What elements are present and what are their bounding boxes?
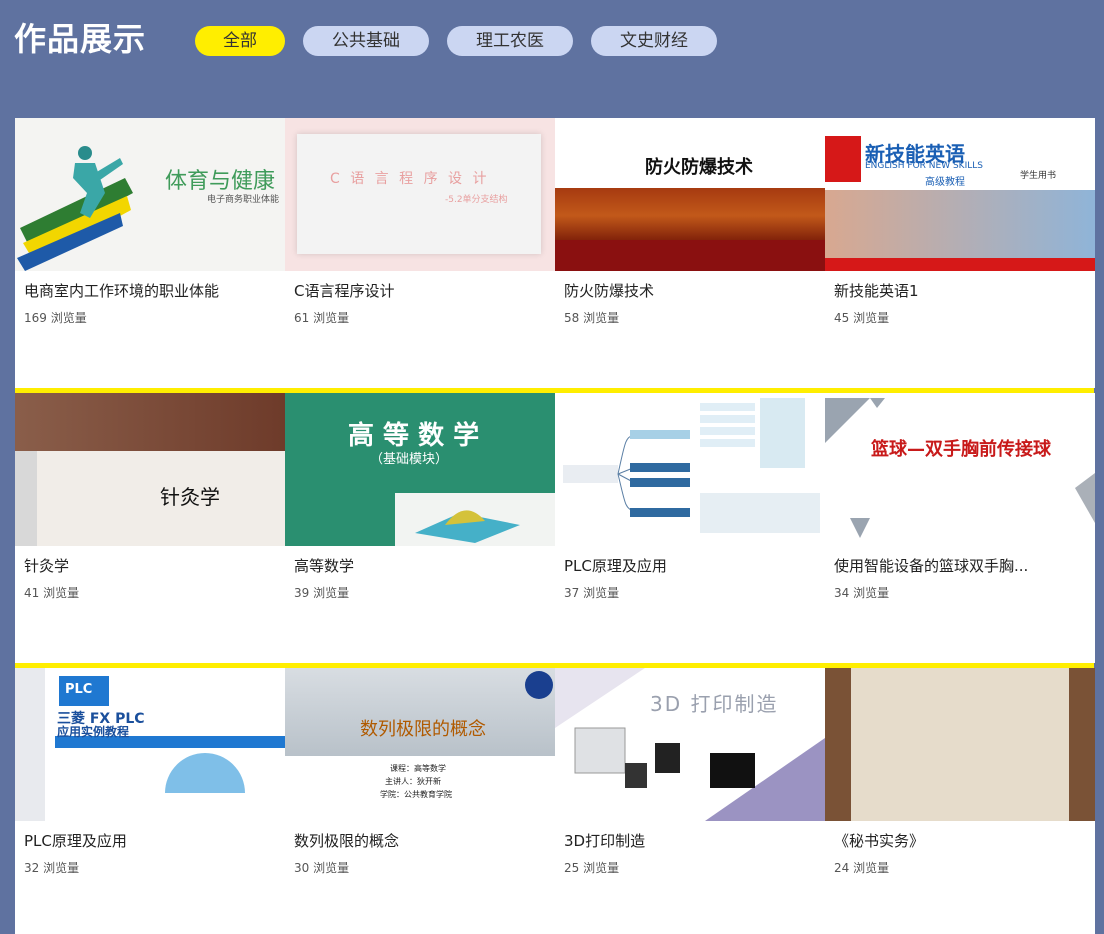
cover-image: 3D 打印制造 [555,668,825,821]
header: 作品展示 全部 公共基础 理工农医 文史财经 [0,0,1104,118]
view-count: 24 浏览量 [834,861,890,875]
work-card[interactable]: 《秘书实务》 24 浏览量 [825,668,1095,934]
view-count: 32 浏览量 [24,861,80,875]
card-title: 《秘书实务》 [834,832,925,850]
tab-public-basics[interactable]: 公共基础 [303,26,429,56]
cover-image [825,668,1095,821]
cover-subtitle: 学院：公共教育学院 [380,790,452,799]
view-count: 34 浏览量 [834,586,890,600]
card-title: 电商室内工作环境的职业体能 [24,282,220,300]
cover-subtitle: 主讲人：狄开新 [385,777,441,786]
grid-row: 体育与健康 电子商务职业体能 电商室内工作环境的职业体能 169 浏览量 C 语… [15,118,1095,388]
work-card[interactable]: 3D 打印制造 3D打印制造 25 浏览量 [555,668,825,934]
tab-humanities-finance[interactable]: 文史财经 [591,26,717,56]
cover-subtitle: 应用实例教程 [57,725,130,739]
cover-subtitle: 学生用书 [1020,171,1057,181]
cover-subtitle: ENGLISH FOR NEW SKILLS [865,161,983,171]
work-card[interactable]: 高 等 数 学 （基础模块） 高等数学 39 浏览量 [285,393,555,663]
cover-image: 针灸学 [15,393,285,546]
cover-image: 数列极限的概念 课程：高等数学 主讲人：狄开新 学院：公共教育学院 [285,668,555,821]
cover-title: PLC [65,682,93,697]
view-count: 25 浏览量 [564,861,620,875]
card-title: 针灸学 [24,557,70,575]
work-card[interactable]: PLC 三菱 FX PLC 应用实例教程 PLC原理及应用 32 浏览量 [15,668,285,934]
cover-subtitle: 课程：高等数学 [390,764,446,773]
work-card[interactable]: 数列极限的概念 课程：高等数学 主讲人：狄开新 学院：公共教育学院 数列极限的概… [285,668,555,934]
view-count: 58 浏览量 [564,311,620,325]
cover-title: C 语 言 程 序 设 计 [330,171,490,187]
card-title: 数列极限的概念 [294,832,400,850]
tab-all[interactable]: 全部 [195,26,285,56]
cover-image [555,393,825,546]
cover-title: 数列极限的概念 [360,719,486,740]
cover-title: 防火防爆技术 [645,157,753,178]
view-count: 30 浏览量 [294,861,350,875]
cover-image: 新技能英语 ENGLISH FOR NEW SKILLS 高级教程 学生用书 [825,118,1095,271]
work-card[interactable]: 新技能英语 ENGLISH FOR NEW SKILLS 高级教程 学生用书 新… [825,118,1095,388]
cover-image: 篮球—双手胸前传接球 [825,393,1095,546]
page-title: 作品展示 [14,20,147,58]
category-tabs: 全部 公共基础 理工农医 文史财经 [195,26,735,56]
grid-row: PLC 三菱 FX PLC 应用实例教程 PLC原理及应用 32 浏览量 数列极… [15,668,1095,934]
card-title: 新技能英语1 [834,282,919,300]
view-count: 41 浏览量 [24,586,80,600]
cover-image: PLC 三菱 FX PLC 应用实例教程 [15,668,285,821]
card-title: PLC原理及应用 [24,832,127,850]
works-grid: 体育与健康 电子商务职业体能 电商室内工作环境的职业体能 169 浏览量 C 语… [15,118,1095,934]
cover-title: 3D 打印制造 [650,692,779,716]
cover-image: 防火防爆技术 [555,118,825,271]
cover-subtitle: -5.2单分支结构 [445,195,508,205]
work-card[interactable]: 篮球—双手胸前传接球 使用智能设备的篮球双手胸... 34 浏览量 [825,393,1095,663]
work-card[interactable]: PLC原理及应用 37 浏览量 [555,393,825,663]
view-count: 39 浏览量 [294,586,350,600]
work-card[interactable]: 体育与健康 电子商务职业体能 电商室内工作环境的职业体能 169 浏览量 [15,118,285,388]
cover-image: 体育与健康 电子商务职业体能 [15,118,285,271]
cover-subtitle: 电子商务职业体能 [207,195,280,205]
card-title: PLC原理及应用 [564,557,667,575]
view-count: 169 浏览量 [24,311,87,325]
work-card[interactable]: 针灸学 针灸学 41 浏览量 [15,393,285,663]
view-count: 61 浏览量 [294,311,350,325]
cover-subtitle: （基础模块） [370,452,449,467]
card-title: 高等数学 [294,557,355,575]
cover-image: C 语 言 程 序 设 计 -5.2单分支结构 [285,118,555,271]
cover-title: 针灸学 [160,485,220,509]
card-title: 3D打印制造 [564,832,646,850]
card-title: 使用智能设备的篮球双手胸... [834,557,1029,575]
cover-subtitle: 高级教程 [925,177,965,188]
card-title: C语言程序设计 [294,282,395,300]
tab-science-engineering[interactable]: 理工农医 [447,26,573,56]
work-card[interactable]: 防火防爆技术 防火防爆技术 58 浏览量 [555,118,825,388]
grid-row: 针灸学 针灸学 41 浏览量 高 等 数 学 （基础模块） 高等数学 39 浏览… [15,393,1095,663]
cover-title: 篮球—双手胸前传接球 [871,439,1051,460]
cover-title: 高 等 数 学 [348,421,480,451]
view-count: 45 浏览量 [834,311,890,325]
view-count: 37 浏览量 [564,586,620,600]
work-card[interactable]: C 语 言 程 序 设 计 -5.2单分支结构 C语言程序设计 61 浏览量 [285,118,555,388]
card-title: 防火防爆技术 [564,282,655,300]
cover-title: 体育与健康 [165,169,276,194]
cover-image: 高 等 数 学 （基础模块） [285,393,555,546]
